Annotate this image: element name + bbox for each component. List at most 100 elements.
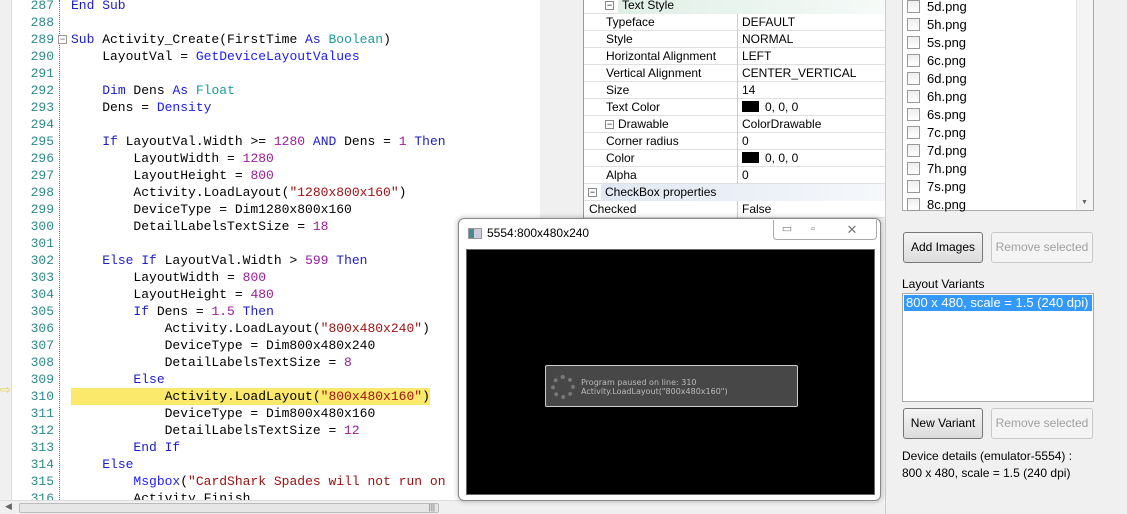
checkbox[interactable]	[907, 162, 920, 175]
code-text: LayoutHeight = 480	[71, 287, 274, 302]
remove-selected-variant-button[interactable]: Remove selected	[991, 408, 1093, 439]
image-list-item[interactable]: 6s.png	[907, 106, 966, 124]
code-text: Activity.LoadLayout("800x480x160")	[71, 388, 430, 405]
line-number: 304	[30, 287, 54, 302]
property-value[interactable]: DEFAULT	[738, 14, 795, 31]
scroll-left-icon[interactable]: ◀	[5, 501, 12, 512]
property-value[interactable]: False	[738, 201, 771, 218]
image-name: 6c.png	[927, 53, 967, 68]
images-list[interactable]: 5d.png 5h.png 5s.png 6c.png 6d.png 6h.png 6s.p…	[902, 0, 1094, 214]
line-number: 300	[30, 219, 54, 234]
code-line[interactable]: 296 LayoutWidth = 1280	[0, 150, 540, 167]
maximize-button[interactable]: ▫	[800, 220, 826, 239]
checkbox[interactable]	[907, 126, 920, 139]
property-value[interactable]: 0	[738, 133, 749, 150]
remove-selected-images-button[interactable]: Remove selected	[991, 232, 1093, 263]
image-list-item[interactable]: 6h.png	[907, 88, 967, 106]
code-line[interactable]: 291	[0, 65, 540, 82]
property-row[interactable]: Horizontal Alignment LEFT	[584, 48, 886, 65]
code-line[interactable]: 293 Dens = Density	[0, 99, 540, 116]
image-list-item[interactable]: 7c.png	[907, 124, 966, 142]
image-list-item[interactable]: 7d.png	[907, 142, 967, 160]
scrollbar-thumb[interactable]: |||	[19, 503, 439, 513]
image-name: 5s.png	[927, 35, 967, 50]
property-row[interactable]: Text Color 0, 0, 0	[584, 99, 886, 116]
property-grid[interactable]: − Text Style Typeface DEFAULT Style NORMAL Hor…	[583, 0, 886, 218]
emulator-window[interactable]: 5554:800x480x240 ▭ ▫ ✕ Program paused on…	[458, 218, 881, 501]
code-line[interactable]: 292 Dim Dens As Float	[0, 82, 540, 99]
checkbox[interactable]	[907, 144, 920, 157]
image-list-item[interactable]: 6d.png	[907, 70, 967, 88]
property-row[interactable]: Checked False	[584, 201, 886, 218]
code-line[interactable]: 290 LayoutVal = GetDeviceLayoutValues	[0, 48, 540, 65]
image-list-item[interactable]: 5s.png	[907, 34, 966, 52]
line-number: 295	[30, 134, 54, 149]
color-swatch	[742, 152, 759, 163]
emulator-app-icon	[468, 228, 482, 239]
property-value-text: 14	[742, 83, 756, 97]
property-row[interactable]: Color 0, 0, 0	[584, 150, 886, 167]
code-text: LayoutVal = GetDeviceLayoutValues	[71, 49, 360, 64]
property-value[interactable]: LEFT	[738, 48, 771, 65]
property-row[interactable]: Corner radius 0	[584, 133, 886, 150]
code-text: Activity.LoadLayout("800x480x240")	[71, 321, 430, 336]
horizontal-scrollbar[interactable]: ◀ |||	[0, 500, 540, 514]
checkbox[interactable]	[907, 198, 920, 211]
code-line[interactable]: 295 If LayoutVal.Width >= 1280 AND Dens …	[0, 133, 540, 150]
property-value[interactable]: NORMAL	[738, 31, 793, 48]
image-list-item[interactable]: 7h.png	[907, 160, 967, 178]
property-row[interactable]: Alpha 0	[584, 167, 886, 184]
new-variant-button[interactable]: New Variant	[903, 408, 983, 439]
close-button[interactable]: ✕	[826, 220, 878, 239]
line-number: 290	[30, 49, 54, 64]
code-line[interactable]: 288	[0, 14, 540, 31]
property-value[interactable]: 0	[738, 167, 749, 184]
code-line[interactable]: 287 End Sub	[0, 0, 540, 14]
variant-item[interactable]: 800 x 480, scale = 1.5 (240 dpi)	[904, 295, 1092, 311]
image-list-item[interactable]: 5h.png	[907, 16, 967, 34]
checkbox[interactable]	[907, 36, 920, 49]
property-row[interactable]: Style NORMAL	[584, 31, 886, 48]
code-text: Else	[133, 372, 165, 387]
property-row[interactable]: − Drawable ColorDrawable	[584, 116, 886, 133]
vertical-scrollbar[interactable]: ▼	[1076, 0, 1093, 210]
code-text: Dim Dens As Float	[102, 83, 235, 98]
checkbox[interactable]	[907, 72, 920, 85]
code-text: DeviceType = Dim800x480x240	[71, 338, 376, 353]
checkbox[interactable]	[907, 0, 920, 13]
scroll-down-icon[interactable]: ▼	[1081, 199, 1088, 206]
checkbox[interactable]	[907, 90, 920, 103]
code-line[interactable]: 294	[0, 116, 540, 133]
checkbox[interactable]	[907, 18, 920, 31]
add-images-button[interactable]: Add Images	[903, 232, 983, 263]
image-list-item[interactable]: 5d.png	[907, 0, 967, 16]
property-row[interactable]: Size 14	[584, 82, 886, 99]
property-value[interactable]: 0, 0, 0	[738, 150, 798, 167]
property-row[interactable]: − CheckBox properties	[584, 184, 886, 201]
checkbox[interactable]	[907, 54, 920, 67]
minimize-button[interactable]: ▭	[774, 220, 800, 239]
code-line[interactable]: 289− Sub Activity_Create(FirstTime As Boo…	[0, 31, 540, 48]
image-list-item[interactable]: 7s.png	[907, 178, 966, 196]
property-value-text: CENTER_VERTICAL	[742, 66, 857, 80]
property-value[interactable]: ColorDrawable	[738, 116, 821, 133]
fold-toggle-icon[interactable]: −	[58, 35, 67, 44]
checkbox[interactable]	[907, 180, 920, 193]
property-value[interactable]: CENTER_VERTICAL	[738, 65, 856, 82]
collapse-icon[interactable]: −	[588, 188, 597, 197]
property-row[interactable]: Typeface DEFAULT	[584, 14, 886, 31]
emulator-screen[interactable]: Program paused on line: 310 Activity.Loa…	[466, 249, 875, 495]
property-value[interactable]: 14	[738, 82, 755, 99]
collapse-icon[interactable]: −	[605, 1, 614, 10]
property-value[interactable]: 0, 0, 0	[738, 99, 798, 116]
code-line[interactable]: 297 LayoutHeight = 800	[0, 167, 540, 184]
layout-variants-list[interactable]: 800 x 480, scale = 1.5 (240 dpi)	[902, 293, 1094, 402]
property-row[interactable]: Vertical Alignment CENTER_VERTICAL	[584, 65, 886, 82]
image-list-item[interactable]: 8c.png	[907, 196, 966, 214]
code-line[interactable]: 299 DeviceType = Dim1280x800x160	[0, 201, 540, 218]
property-row[interactable]: − Text Style	[584, 0, 886, 14]
code-line[interactable]: 298 Activity.LoadLayout("1280x800x160")	[0, 184, 540, 201]
checkbox[interactable]	[907, 108, 920, 121]
image-name: 6s.png	[927, 107, 967, 122]
image-list-item[interactable]: 6c.png	[907, 52, 966, 70]
